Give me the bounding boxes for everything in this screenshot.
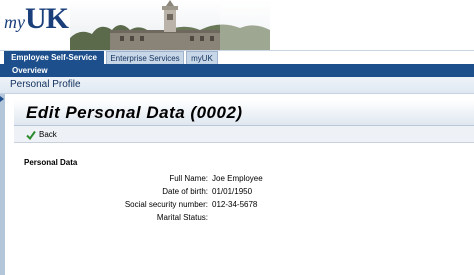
myuk-logo[interactable]: myUK [4,2,69,40]
checkmark-icon [26,130,36,140]
tab-myuk[interactable]: myUK [186,51,218,65]
full-name-value: Joe Employee [212,174,263,183]
back-button-label: Back [39,130,57,139]
date-of-birth-value: 01/01/1950 [212,187,253,196]
page-title: Edit Personal Data (0002) [26,103,243,122]
date-of-birth-label: Date of birth: [162,187,208,196]
page-header: Edit Personal Data (0002) [14,100,474,126]
ssn-label: Social security number: [124,200,208,209]
left-rail-toggle[interactable] [0,94,5,275]
marital-status-label: Marital Status: [156,213,208,222]
subnav-bar: Overview [0,64,474,77]
top-tab-bar: Employee Self-Service Enterprise Service… [0,50,474,65]
subnav-item-overview[interactable]: Overview [12,64,48,77]
section-title: Personal Data [24,158,78,167]
expand-arrow-icon [0,96,4,102]
profile-title: Personal Profile [10,79,81,90]
logo-main: UK [25,2,69,35]
toolbar: Back [14,126,474,143]
banner: myUK [0,0,474,50]
campus-tower-photo [70,0,270,50]
tab-enterprise-services[interactable]: Enterprise Services [106,51,184,65]
tab-employee-self-service[interactable]: Employee Self-Service [4,51,104,65]
back-button[interactable]: Back [26,128,57,141]
logo-prefix: my [4,12,25,32]
profile-bar: Personal Profile [0,77,474,94]
full-name-label: Full Name: [169,174,208,183]
ssn-value: 012-34-5678 [212,200,258,209]
